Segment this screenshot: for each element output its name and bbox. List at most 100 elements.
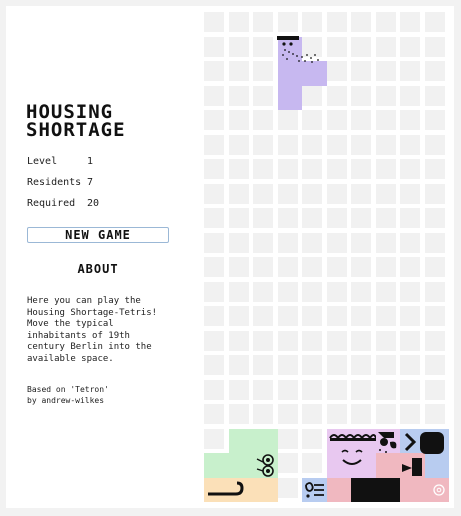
board-cell — [424, 61, 445, 81]
board-cell — [228, 232, 249, 253]
board-cell — [277, 159, 298, 179]
stat-required: Required 20 — [27, 198, 99, 219]
placed-block — [277, 85, 302, 110]
board-cell — [228, 257, 249, 277]
board-cell — [400, 355, 420, 375]
board-cell — [400, 257, 420, 277]
placed-block — [228, 428, 253, 453]
bottle-icon — [404, 432, 444, 454]
board-cell — [228, 208, 249, 228]
board-cell — [277, 183, 298, 204]
board-cell — [228, 134, 249, 155]
board-cell — [351, 379, 371, 400]
board-cell — [204, 208, 224, 228]
board-cell — [302, 208, 322, 228]
board-cell — [424, 110, 445, 130]
board-cell — [204, 134, 224, 155]
board-cell — [400, 404, 420, 424]
board-cell — [302, 232, 322, 253]
board-cell — [424, 36, 445, 57]
credit-text: Based on 'Tetron' by andrew-wilkes — [27, 385, 109, 405]
title-line-2: SHORTAGE — [26, 119, 126, 141]
board-cell — [326, 110, 347, 130]
board-cell — [277, 306, 298, 326]
board-cell — [204, 257, 224, 277]
board-cell — [277, 208, 298, 228]
board-cell — [277, 134, 298, 155]
board-cell — [375, 61, 396, 81]
board-cell — [204, 281, 224, 302]
board-cell — [424, 232, 445, 253]
board-cell — [253, 306, 273, 326]
board-cell — [375, 379, 396, 400]
board-cell — [228, 61, 249, 81]
board-cell — [375, 183, 396, 204]
board-cell — [400, 61, 420, 81]
board-cell — [375, 36, 396, 57]
board-cell — [375, 281, 396, 302]
board-cell — [302, 183, 322, 204]
board-cell — [400, 134, 420, 155]
board-cell — [326, 257, 347, 277]
placed-block — [424, 453, 449, 478]
board-cell — [400, 85, 420, 106]
board-cell — [204, 110, 224, 130]
board-cell — [424, 134, 445, 155]
board-cell — [228, 281, 249, 302]
board-cell — [375, 232, 396, 253]
spectacles-icon — [256, 454, 274, 477]
board-cell — [351, 85, 371, 106]
board-cell — [400, 208, 420, 228]
board-cell — [326, 85, 347, 106]
board-cell — [277, 428, 298, 449]
board-cell — [326, 379, 347, 400]
scissors-icon — [402, 458, 422, 476]
board-cell — [277, 477, 298, 498]
board-cell — [204, 428, 224, 449]
board-cell — [253, 85, 273, 106]
board-cell — [302, 453, 322, 473]
new-game-button[interactable]: NEW GAME — [27, 227, 169, 243]
board-cell — [302, 257, 322, 277]
board-cell — [228, 85, 249, 106]
board-cell — [253, 12, 273, 32]
board-cell — [351, 12, 371, 32]
level-value: 1 — [87, 156, 94, 167]
board-cell — [400, 159, 420, 179]
board-cell — [326, 306, 347, 326]
board-cell — [400, 12, 420, 32]
board-cell — [400, 281, 420, 302]
board-cell — [424, 306, 445, 326]
board-cell — [302, 428, 322, 449]
game-board[interactable] — [204, 12, 449, 502]
board-cell — [204, 355, 224, 375]
board-cell — [204, 159, 224, 179]
board-cell — [351, 36, 371, 57]
board-cell — [302, 110, 322, 130]
about-link[interactable]: ABOUT — [27, 262, 169, 276]
board-cell — [400, 379, 420, 400]
placed-block — [204, 453, 229, 478]
board-cell — [375, 404, 396, 424]
board-cell — [351, 330, 371, 351]
board-cell — [351, 232, 371, 253]
board-cell — [326, 355, 347, 375]
board-cell — [375, 134, 396, 155]
board-cell — [204, 183, 224, 204]
board-cell — [424, 330, 445, 351]
board-cell — [228, 330, 249, 351]
board-cell — [253, 61, 273, 81]
board-cell — [424, 355, 445, 375]
cane-icon — [208, 481, 244, 496]
stat-residents: Residents 7 — [27, 177, 99, 198]
board-cell — [326, 183, 347, 204]
board-cell — [424, 208, 445, 228]
board-cell — [326, 159, 347, 179]
board-cell — [326, 134, 347, 155]
board-cell — [204, 330, 224, 351]
board-cell — [277, 232, 298, 253]
board-cell — [326, 12, 347, 32]
board-cell — [424, 257, 445, 277]
board-cell — [253, 134, 273, 155]
board-cell — [424, 85, 445, 106]
